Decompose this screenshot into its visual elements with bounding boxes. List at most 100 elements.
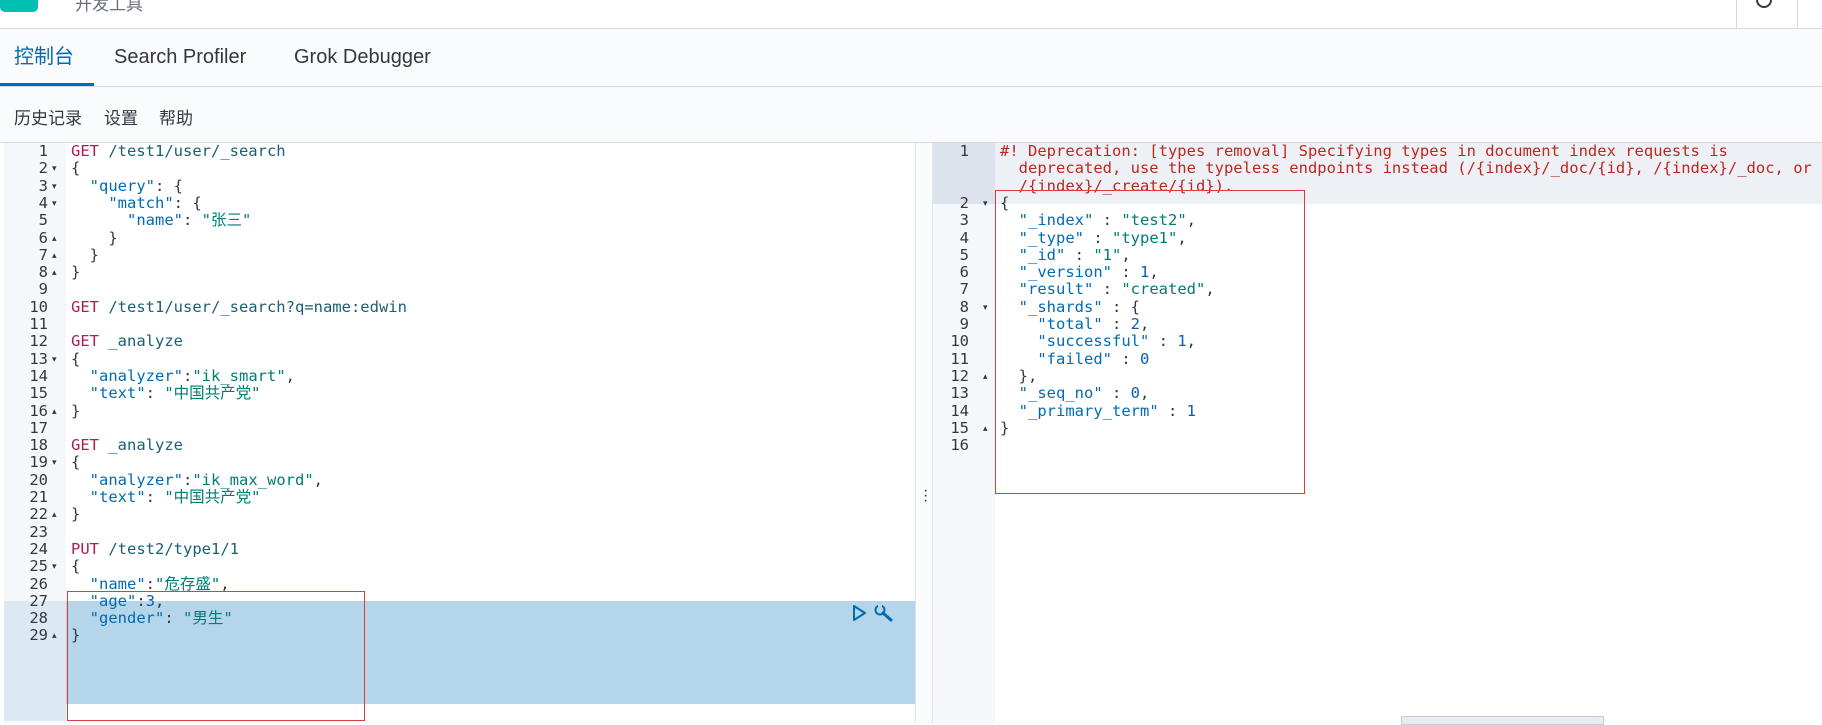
code-line: "text": "中国共产党"	[71, 487, 261, 507]
fold-toggle-icon[interactable]: ▾	[983, 297, 988, 317]
code-token: "中国共产党"	[164, 384, 261, 403]
response-editor: 1 #! Deprecation: [types removal] Specify…	[933, 143, 1822, 723]
code-token: : {	[155, 176, 183, 195]
code-token: "危存盛"	[155, 574, 221, 593]
code-line: }	[71, 262, 80, 282]
unfold-marker-icon[interactable]: ▴	[52, 504, 57, 524]
code-token: ,	[220, 574, 230, 593]
code-token: deprecated, use the typeless endpoints i…	[1000, 159, 1812, 178]
code-token: :	[183, 470, 193, 489]
code-token: _analyze	[99, 332, 183, 351]
unfold-marker-icon[interactable]: ▴	[52, 401, 57, 421]
line-number: 16	[950, 436, 969, 455]
code-token: :	[145, 574, 156, 593]
app-logo[interactable]	[0, 0, 38, 12]
code-token: :	[145, 488, 165, 506]
help-icon[interactable]	[1756, 0, 1772, 8]
header-divider	[1736, 0, 1737, 28]
fold-toggle-icon[interactable]: ▾	[983, 193, 988, 213]
header-divider	[1797, 0, 1798, 28]
code-token: }	[71, 505, 81, 524]
top-header: 开发工具	[0, 0, 1822, 29]
drag-handle-icon[interactable]: · · ·	[923, 483, 928, 509]
code-token: "query"	[89, 176, 155, 195]
page-title: 开发工具	[75, 0, 143, 14]
code-token: /test1/user/_search?q=name:edwin	[99, 297, 407, 316]
code-line: }	[71, 504, 80, 524]
code-token: {	[71, 159, 81, 178]
code-line: "text": "中国共产党"	[71, 383, 261, 403]
send-request-button[interactable]	[851, 604, 867, 627]
code-token: GET	[71, 332, 99, 351]
code-line: GET _analyze	[71, 331, 183, 351]
code-token: {	[71, 453, 81, 472]
unfold-marker-icon[interactable]: ▴	[52, 625, 57, 645]
unfold-marker-icon[interactable]: ▴	[983, 418, 988, 438]
code-token: "中国共产党"	[164, 488, 261, 506]
code-token: :	[145, 384, 165, 403]
play-icon	[853, 605, 866, 621]
tab-search-profiler[interactable]: Search Profiler	[100, 29, 260, 86]
fold-toggle-icon[interactable]: ▾	[52, 349, 57, 369]
code-token: :	[183, 366, 193, 385]
fold-toggle-icon[interactable]: ▾	[52, 556, 57, 576]
code-token: PUT	[71, 539, 99, 558]
code-token: "张三"	[201, 211, 252, 230]
code-line: GET _analyze	[71, 435, 183, 455]
request-options-button[interactable]	[873, 603, 895, 628]
menu-settings[interactable]: 设置	[104, 87, 138, 142]
code-token: "analyzer"	[89, 366, 183, 385]
code-token: _analyze	[99, 436, 183, 455]
code-line: }	[71, 401, 80, 421]
code-token: :	[183, 211, 202, 230]
code-token: : {	[173, 193, 202, 212]
code-token: }	[71, 401, 81, 420]
fold-toggle-icon[interactable]: ▾	[52, 452, 57, 472]
code-token: {	[71, 557, 81, 576]
code-token: /test2/type1/1	[99, 539, 239, 558]
code-token: {	[71, 349, 81, 368]
response-highlight-box	[995, 190, 1305, 494]
code-token: GET	[71, 297, 99, 316]
fold-toggle-icon[interactable]: ▾	[52, 193, 57, 213]
code-token: ,	[285, 366, 296, 385]
code-token: "text"	[89, 384, 146, 403]
devtools-tabs: 控制台 Search Profiler Grok Debugger	[0, 29, 1822, 87]
code-token: "ik_max_word"	[192, 470, 314, 489]
code-line: GET /test1/user/_search	[71, 143, 286, 161]
unfold-marker-icon[interactable]: ▴	[52, 262, 57, 282]
code-token: }	[71, 245, 99, 264]
code-token: "text"	[89, 488, 146, 506]
code-token: GET	[71, 436, 99, 455]
code-token: "name"	[127, 211, 183, 230]
wrench-icon	[874, 604, 893, 622]
menu-help[interactable]: 帮助	[159, 87, 193, 142]
horizontal-scrollbar[interactable]	[1401, 716, 1604, 725]
pane-resizer[interactable]: · · ·	[915, 143, 933, 723]
line-number: 29	[29, 626, 48, 645]
code-line: GET /test1/user/_search?q=name:edwin	[71, 297, 407, 317]
tab-grok-debugger[interactable]: Grok Debugger	[280, 29, 445, 86]
code-token: "analyzer"	[89, 470, 183, 489]
menu-history[interactable]: 历史记录	[14, 87, 82, 142]
request-editor[interactable]: 1 GET /test1/user/_search 2 ▾{3 ▾ "query": {…	[0, 143, 915, 723]
code-token: "match"	[108, 193, 174, 212]
request-highlight-box	[67, 591, 365, 721]
tab-console[interactable]: 控制台	[0, 29, 94, 86]
code-token: ,	[313, 470, 324, 489]
code-line: PUT /test2/type1/1	[71, 539, 239, 559]
code-token: "name"	[89, 574, 146, 593]
code-token: }	[71, 263, 81, 282]
code-token: "ik_smart"	[192, 366, 286, 385]
console-menu: 历史记录 设置 帮助	[0, 87, 1822, 143]
code-token: /test1/user/_search	[99, 143, 286, 160]
code-token: }	[71, 228, 118, 247]
unfold-marker-icon[interactable]: ▴	[983, 366, 988, 386]
